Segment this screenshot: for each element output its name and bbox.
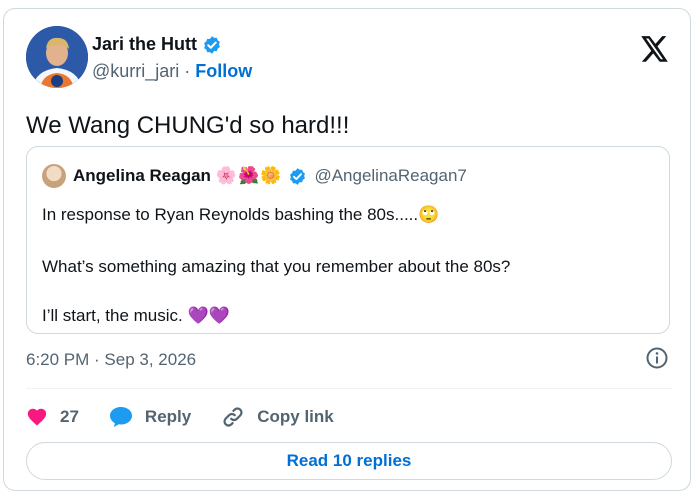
- divider: [26, 388, 672, 389]
- quoted-author-avatar: [42, 164, 66, 188]
- quoted-tweet[interactable]: Angelina Reagan 🌸🌺🌼 @AngelinaReagan7 In …: [26, 146, 670, 334]
- verified-badge-icon: [290, 167, 306, 185]
- quoted-tweet-line-2: What’s something amazing that you rememb…: [42, 257, 511, 276]
- handle-separator: ·: [179, 61, 196, 81]
- author-name-row: Jari the Hutt: [92, 34, 222, 55]
- action-bar: 27 Reply Copy link: [26, 397, 334, 437]
- author-avatar[interactable]: [26, 26, 88, 88]
- reply-label: Reply: [144, 407, 192, 426]
- info-icon[interactable]: [645, 346, 669, 370]
- read-replies-button[interactable]: Read 10 replies: [26, 442, 672, 480]
- tweet-text: We Wang CHUNG'd so hard!!!: [26, 112, 350, 139]
- author-handle[interactable]: @kurri_jari: [92, 61, 179, 81]
- reply-button[interactable]: Reply: [109, 406, 191, 428]
- quoted-tweet-line-1: In response to Ryan Reynolds bashing the…: [42, 205, 440, 224]
- quoted-author-name-emojis: 🌸🌺🌼: [215, 166, 283, 185]
- like-button[interactable]: 27: [26, 406, 79, 428]
- tweet-timestamp[interactable]: 6:20 PM · Sep 3, 2026: [26, 350, 196, 370]
- copy-link-button[interactable]: Copy link: [221, 405, 334, 429]
- quoted-tweet-header: Angelina Reagan 🌸🌺🌼 @AngelinaReagan7: [42, 164, 467, 188]
- quoted-tweet-line-3: I’ll start, the music. 💜💜: [42, 306, 230, 325]
- copy-link-label: Copy link: [257, 407, 334, 426]
- author-name[interactable]: Jari the Hutt: [92, 34, 197, 55]
- verified-badge-icon: [204, 35, 220, 54]
- follow-button[interactable]: Follow: [195, 61, 252, 81]
- author-handle-row: @kurri_jari · Follow: [92, 61, 252, 82]
- reply-bubble-icon: [109, 407, 132, 427]
- link-icon: [223, 407, 243, 427]
- x-logo-icon[interactable]: [641, 36, 669, 62]
- quoted-author-name: Angelina Reagan: [73, 166, 211, 185]
- quoted-author-handle: @AngelinaReagan7: [314, 166, 467, 185]
- tweet-card: Jari the Hutt @kurri_jari · Follow We Wa…: [3, 8, 691, 491]
- heart-icon: [27, 408, 47, 426]
- like-count: 27: [60, 407, 79, 426]
